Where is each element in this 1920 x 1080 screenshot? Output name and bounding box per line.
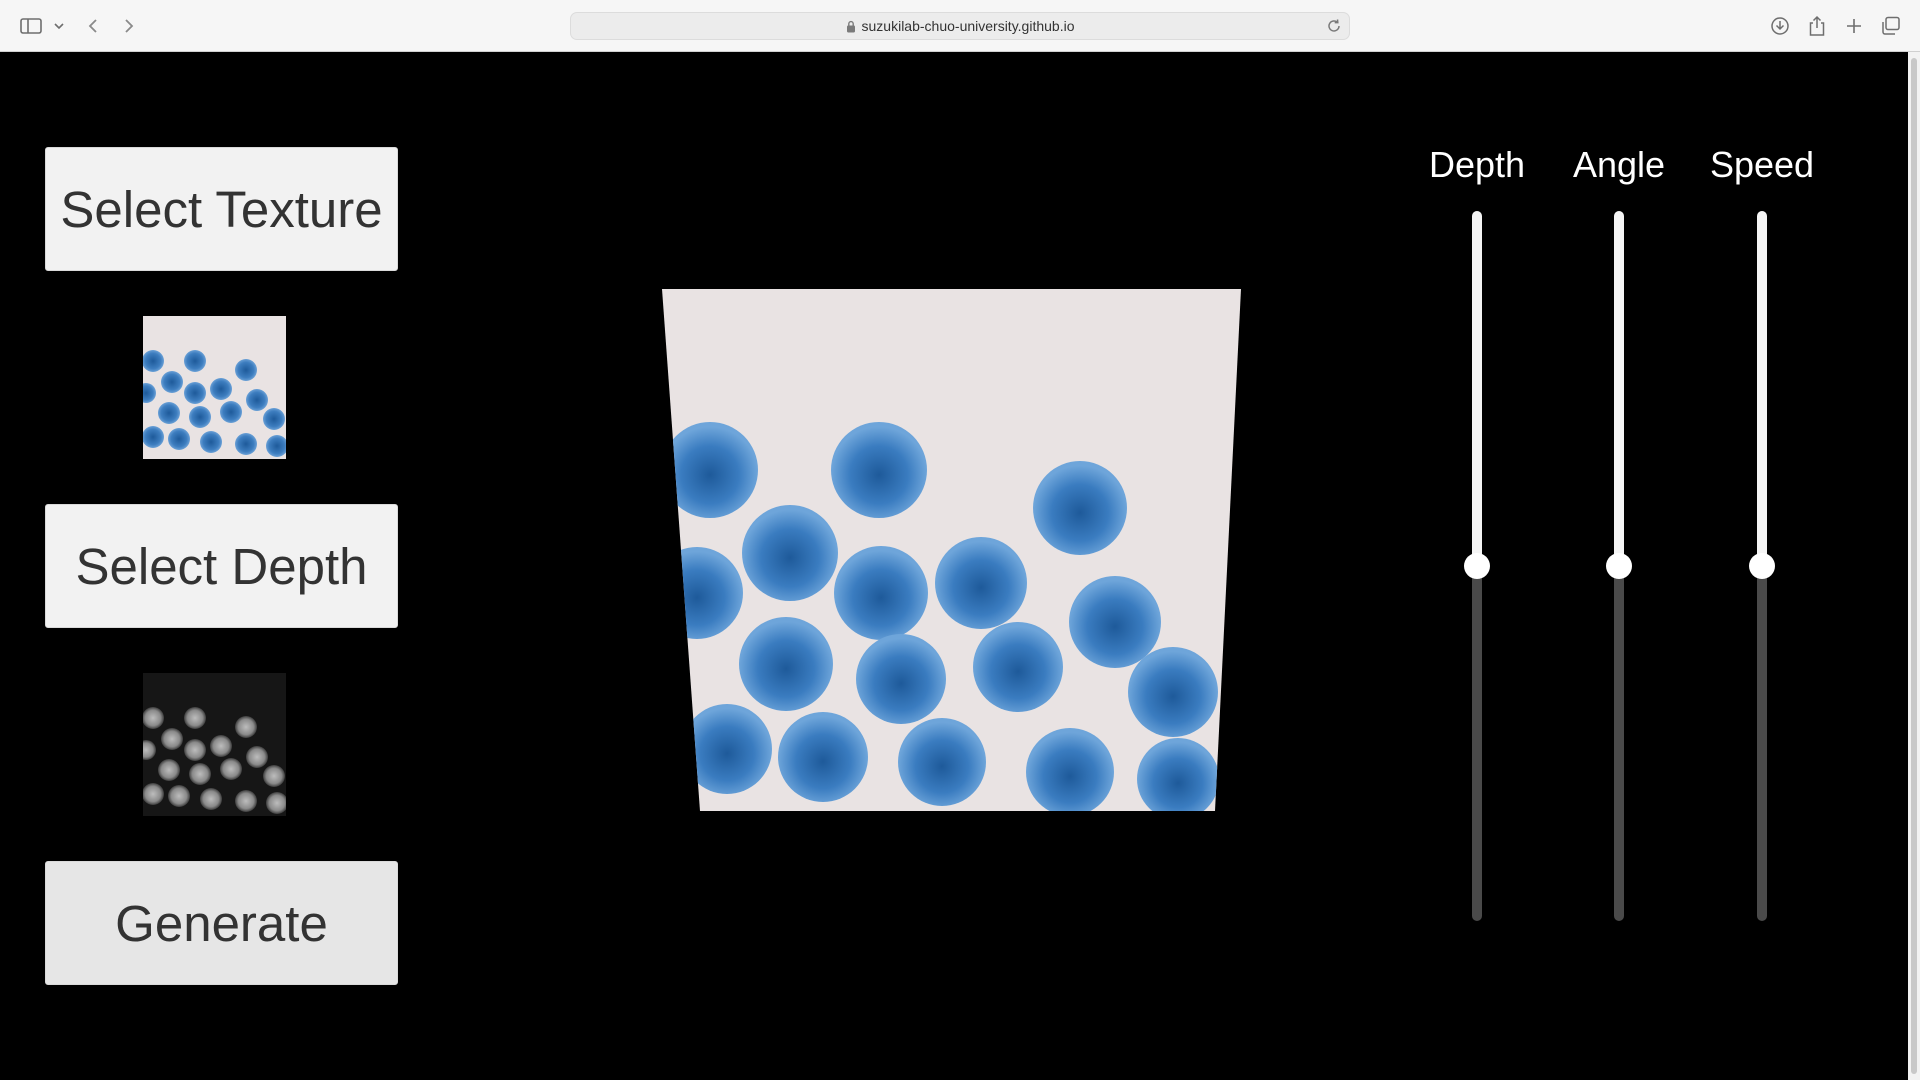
depth-slider-thumb[interactable]	[1464, 553, 1490, 579]
lock-icon	[846, 20, 856, 33]
speed-slider-thumb[interactable]	[1749, 553, 1775, 579]
render-canvas[interactable]	[655, 287, 1245, 827]
angle-slider-fill	[1614, 211, 1624, 566]
share-icon[interactable]	[1805, 12, 1829, 40]
depth-slider-label: Depth	[1428, 144, 1526, 185]
reload-icon[interactable]	[1325, 17, 1343, 35]
select-depth-button[interactable]: Select Depth	[45, 504, 398, 628]
generate-button[interactable]: Generate	[45, 861, 398, 985]
chevron-down-icon[interactable]	[52, 12, 66, 40]
back-icon[interactable]	[82, 12, 104, 40]
sidebar-toggle-icon[interactable]	[18, 12, 44, 40]
scrollbar[interactable]	[1908, 52, 1920, 1080]
depth-slider-fill	[1472, 211, 1482, 566]
select-texture-button[interactable]: Select Texture	[45, 147, 398, 271]
angle-slider-thumb[interactable]	[1606, 553, 1632, 579]
forward-icon[interactable]	[118, 12, 140, 40]
depth-thumbnail	[143, 673, 286, 816]
speed-slider-fill	[1757, 211, 1767, 566]
browser-toolbar: suzukilab-chuo-university.github.io	[0, 0, 1920, 52]
angle-slider-label: Angle	[1572, 144, 1666, 185]
scrollbar-thumb[interactable]	[1911, 58, 1917, 1074]
url-text: suzukilab-chuo-university.github.io	[861, 18, 1075, 34]
tab-overview-icon[interactable]	[1879, 12, 1903, 40]
speed-slider-label: Speed	[1709, 144, 1815, 185]
download-icon[interactable]	[1768, 12, 1792, 40]
texture-thumbnail	[143, 316, 286, 459]
address-bar[interactable]: suzukilab-chuo-university.github.io	[570, 12, 1350, 40]
new-tab-icon[interactable]	[1842, 12, 1866, 40]
